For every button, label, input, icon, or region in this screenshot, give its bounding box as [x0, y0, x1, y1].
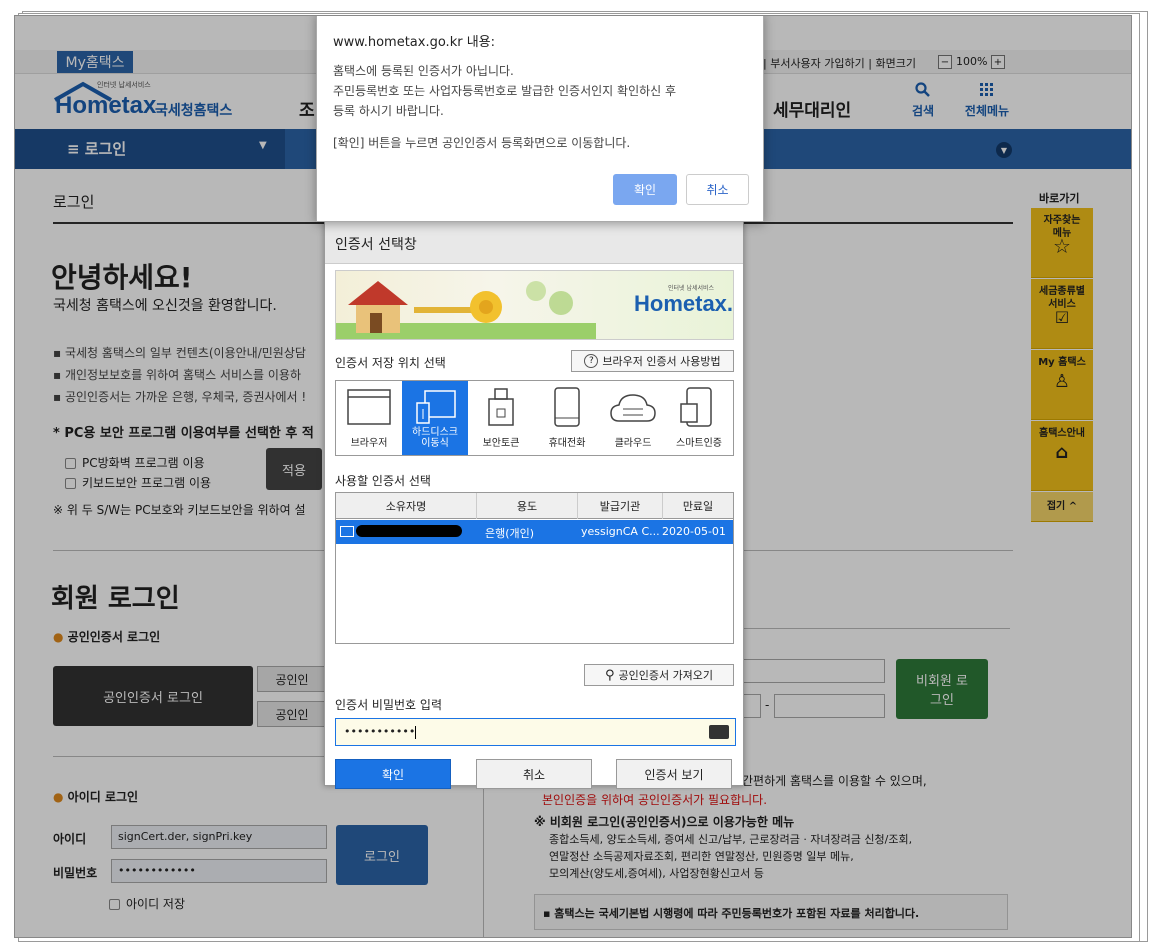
row-usage: 은행(개인) — [485, 527, 535, 540]
cert-cancel-button[interactable]: 취소 — [476, 759, 592, 789]
storage-tab-cloud-label: 클라우드 — [614, 438, 652, 449]
cert-banner: 인터넷 납세서비스 Hometax. — [335, 270, 734, 340]
storage-tab-harddisk[interactable]: 하드디스크 이동식 — [402, 381, 468, 455]
screenshot-frame: My홈택스 | 부서사용자 가입하기 | 화면크기 − 100% + 인터넷 납… — [0, 0, 1152, 950]
alert-ok-button[interactable]: 확인 — [613, 174, 677, 205]
storage-tab-smart-label: 스마트인증 — [676, 438, 722, 449]
cert-password-value: ••••••••••• — [344, 725, 416, 738]
text-cursor — [415, 725, 417, 739]
alert-line-2: 주민등록번호 또는 사업자등록번호로 발급한 인증서인지 확인하신 후 — [333, 84, 677, 98]
cloud-icon — [610, 394, 656, 422]
virtual-keyboard-icon[interactable] — [709, 725, 729, 739]
import-cert-button[interactable]: ⚲ 공인인증서 가져오기 — [584, 664, 734, 686]
select-cert-label: 사용할 인증서 선택 — [335, 474, 431, 488]
row-issuer: yessignCA C... — [581, 525, 660, 538]
security-token-icon — [488, 388, 514, 426]
col-issuer[interactable]: 발급기관 — [578, 493, 663, 519]
browser-help-button[interactable]: ? 브라우저 인증서 사용방법 — [571, 350, 734, 372]
alert-cancel-button[interactable]: 취소 — [686, 174, 749, 205]
browser-window-icon — [347, 389, 391, 425]
cert-password-label: 인증서 비밀번호 입력 — [335, 698, 442, 712]
smart-auth-icon — [680, 387, 712, 427]
browser-help-label: 브라우저 인증서 사용방법 — [602, 355, 721, 368]
cert-table-row[interactable]: 은행(개인) yessignCA C... 2020-05-01 — [336, 520, 733, 544]
storage-tab-harddisk-label: 하드디스크 이동식 — [412, 427, 458, 449]
cert-password-input[interactable]: ••••••••••• — [335, 718, 736, 746]
storage-tabs: 브라우저 하드디스크 이동식 보안토큰 휴대전화 클라우드 스마트인증 — [335, 380, 734, 456]
cert-table: 소유자명 용도 발급기관 만료일 은행(개인) yessignCA C... 2… — [335, 492, 734, 644]
help-icon: ? — [584, 354, 599, 368]
house-key-illustration — [336, 281, 596, 339]
storage-tab-browser[interactable]: 브라우저 — [336, 381, 402, 455]
storage-label: 인증서 저장 위치 선택 — [335, 356, 446, 370]
alert-origin: www.hometax.go.kr 내용: — [333, 35, 495, 50]
storage-tab-browser-label: 브라우저 — [350, 438, 388, 449]
storage-tab-smart[interactable]: 스마트인증 — [666, 381, 732, 455]
storage-tab-cloud[interactable]: 클라우드 — [600, 381, 666, 455]
harddisk-usb-icon — [416, 390, 456, 424]
alert-line-3: 등록 하시기 바랍니다. — [333, 104, 444, 118]
cert-view-button[interactable]: 인증서 보기 — [616, 759, 732, 789]
storage-tab-mobile-label: 휴대전화 — [548, 438, 586, 449]
row-expiry: 2020-05-01 — [662, 525, 726, 538]
cert-dialog-title: 인증서 선택창 — [335, 237, 417, 253]
storage-tab-token[interactable]: 보안토큰 — [468, 381, 534, 455]
magnifier-icon: ⚲ — [604, 667, 615, 683]
alert-line-4: [확인] 버튼을 누르면 공인인증서 등록화면으로 이동합니다. — [333, 136, 631, 150]
storage-tab-mobile[interactable]: 휴대전화 — [534, 381, 600, 455]
import-cert-label: 공인인증서 가져오기 — [618, 669, 714, 682]
col-owner[interactable]: 소유자명 — [336, 493, 477, 519]
browser-alert-dialog: www.hometax.go.kr 내용: 홈택스에 등록된 인증서가 아닙니다… — [316, 16, 764, 222]
cert-ok-button[interactable]: 확인 — [335, 759, 451, 789]
browser-page: My홈택스 | 부서사용자 가입하기 | 화면크기 − 100% + 인터넷 납… — [14, 15, 1132, 938]
col-expiry[interactable]: 만료일 — [663, 493, 733, 519]
redacted-owner-name — [356, 525, 462, 537]
alert-line-1: 홈택스에 등록된 인증서가 아닙니다. — [333, 64, 514, 78]
certificate-icon — [340, 526, 354, 537]
alert-message: 홈택스에 등록된 인증서가 아닙니다. 주민등록번호 또는 사업자등록번호로 발… — [333, 61, 753, 153]
cert-table-header: 소유자명 용도 발급기관 만료일 — [336, 493, 733, 519]
mobile-phone-icon — [554, 387, 580, 427]
banner-logo: Hometax. — [634, 291, 734, 316]
col-usage[interactable]: 용도 — [477, 493, 578, 519]
storage-tab-token-label: 보안토큰 — [482, 438, 520, 449]
cert-dialog: 인증서 선택창 인터넷 납세서비스 Hometax. 인증서 저장 위치 선택 … — [324, 221, 744, 789]
